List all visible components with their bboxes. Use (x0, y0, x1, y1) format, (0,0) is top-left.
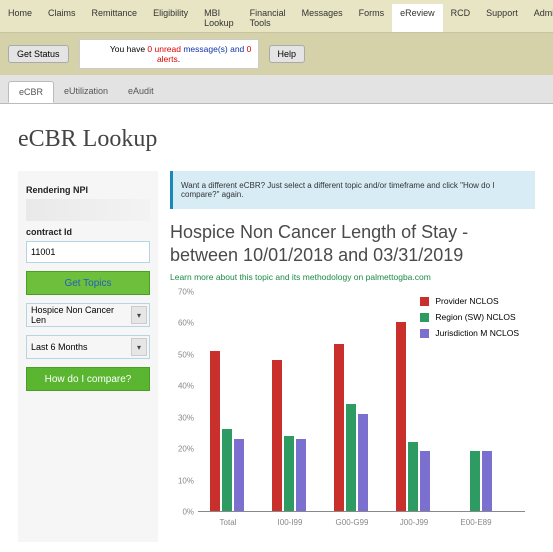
chart-bar (284, 436, 294, 511)
tab-forms[interactable]: Forms (351, 4, 393, 32)
legend-swatch (420, 329, 429, 338)
chevron-down-icon: ▾ (131, 306, 147, 324)
legend-item: Region (SW) NCLOS (420, 312, 519, 322)
chart-bar (482, 451, 492, 511)
chart-bar (222, 429, 232, 511)
x-tick: G00-G99 (336, 518, 369, 527)
alerts-message: You have 0 unread message(s) and 0 alert… (79, 39, 259, 69)
y-tick: 0% (182, 508, 194, 517)
tab-admin[interactable]: Admin (526, 4, 553, 32)
tab-remittance[interactable]: Remittance (84, 4, 146, 32)
subtab-ecbr[interactable]: eCBR (8, 81, 54, 103)
chart: 0%10%20%30%40%50%60%70% Provider NCLOSRe… (170, 292, 535, 542)
info-banner: Want a different eCBR? Just select a dif… (170, 171, 535, 209)
timeframe-selected-label: Last 6 Months (31, 342, 88, 352)
y-tick: 10% (178, 476, 194, 485)
y-tick: 50% (178, 350, 194, 359)
y-tick: 20% (178, 445, 194, 454)
y-tick: 70% (178, 288, 194, 297)
chart-bar (296, 439, 306, 511)
subtab-eutilization[interactable]: eUtilization (54, 81, 118, 103)
tab-eligibility[interactable]: Eligibility (145, 4, 196, 32)
chart-bar (396, 322, 406, 511)
chart-bar (408, 442, 418, 511)
timeframe-select[interactable]: Last 6 Months ▾ (26, 335, 150, 359)
y-tick: 40% (178, 382, 194, 391)
chart-bar (272, 360, 282, 511)
tab-claims[interactable]: Claims (40, 4, 84, 32)
chart-bar (346, 404, 356, 511)
tab-home[interactable]: Home (0, 4, 40, 32)
topic-selected-label: Hospice Non Cancer Len (31, 305, 131, 325)
tab-rcd[interactable]: RCD (443, 4, 479, 32)
chart-bar (334, 344, 344, 511)
y-tick: 60% (178, 319, 194, 328)
chart-bar (210, 351, 220, 511)
tab-support[interactable]: Support (478, 4, 526, 32)
chart-bar (420, 451, 430, 511)
contract-label: contract Id (26, 227, 150, 237)
npi-label: Rendering NPI (26, 185, 150, 195)
help-button[interactable]: Help (269, 45, 306, 63)
x-tick: J00-J99 (400, 518, 428, 527)
get-topics-button[interactable]: Get Topics (26, 271, 150, 295)
topic-select[interactable]: Hospice Non Cancer Len ▾ (26, 303, 150, 327)
legend-item: Provider NCLOS (420, 296, 519, 306)
get-status-button[interactable]: Get Status (8, 45, 69, 63)
how-do-i-compare-button[interactable]: How do I compare? (26, 367, 150, 391)
y-tick: 30% (178, 413, 194, 422)
tab-messages[interactable]: Messages (294, 4, 351, 32)
tab-financial-tools[interactable]: Financial Tools (242, 4, 294, 32)
legend-label: Jurisdiction M NCLOS (435, 328, 519, 338)
x-tick: E00-E89 (460, 518, 491, 527)
chart-bar (234, 439, 244, 511)
chart-bar (358, 414, 368, 511)
legend-swatch (420, 297, 429, 306)
legend-item: Jurisdiction M NCLOS (420, 328, 519, 338)
x-tick: Total (220, 518, 237, 527)
page-title: eCBR Lookup (18, 126, 535, 153)
chart-title: Hospice Non Cancer Length of Stay - betw… (170, 221, 535, 266)
legend-label: Region (SW) NCLOS (435, 312, 515, 322)
legend-label: Provider NCLOS (435, 296, 498, 306)
chart-bar (470, 451, 480, 511)
learn-more-link[interactable]: Learn more about this topic and its meth… (170, 272, 535, 282)
legend-swatch (420, 313, 429, 322)
x-tick: I00-I99 (278, 518, 303, 527)
tab-mbi-lookup[interactable]: MBI Lookup (196, 4, 242, 32)
tab-ereview[interactable]: eReview (392, 4, 443, 32)
subtab-eaudit[interactable]: eAudit (118, 81, 164, 103)
npi-field[interactable] (26, 199, 150, 221)
contract-id-field[interactable] (26, 241, 150, 263)
chevron-down-icon: ▾ (131, 338, 147, 356)
